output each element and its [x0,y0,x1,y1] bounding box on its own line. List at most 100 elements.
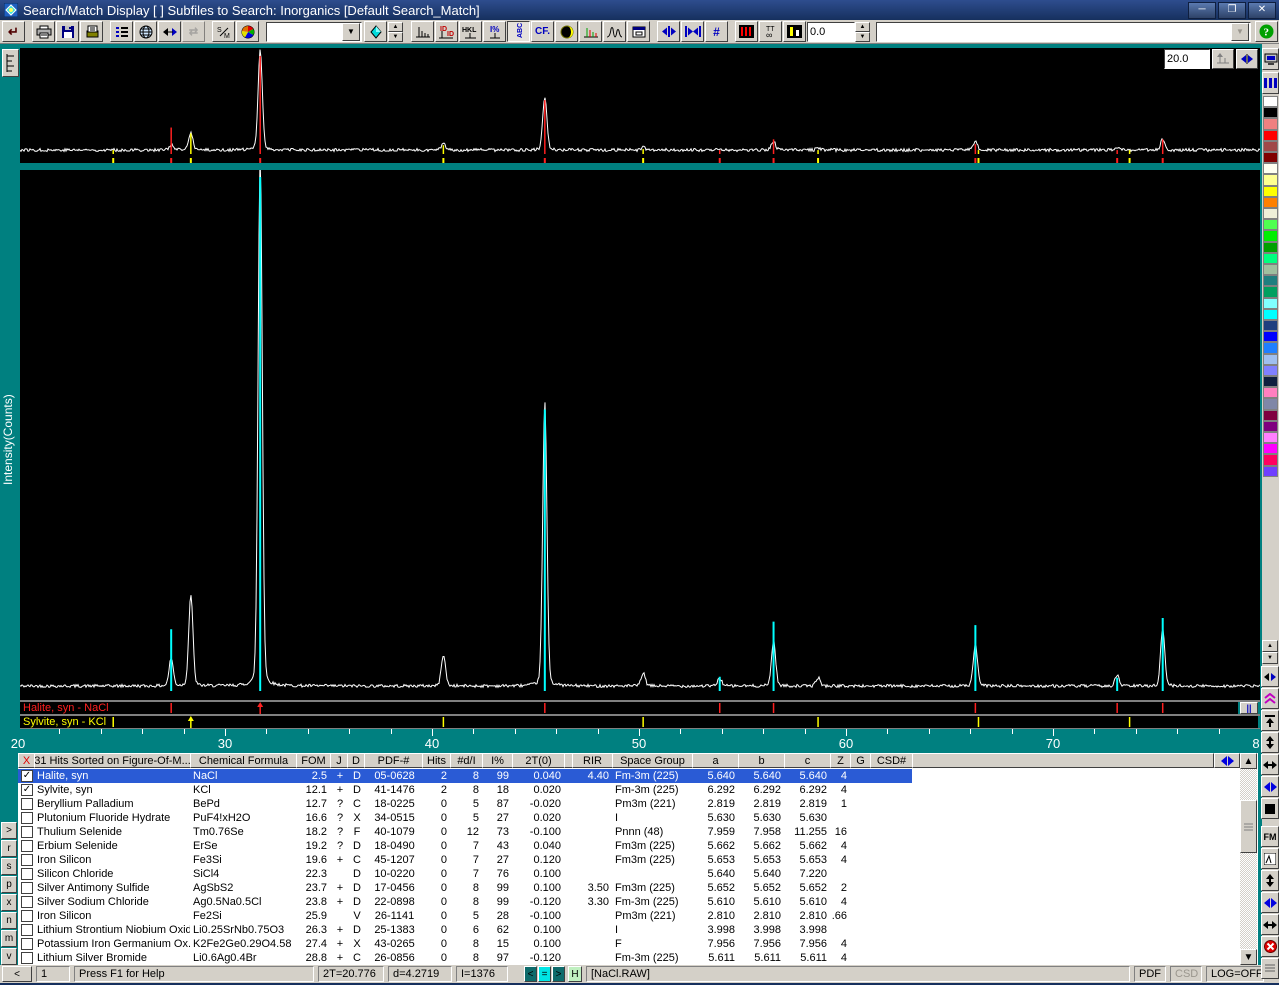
scroll-top-button[interactable] [1261,710,1279,731]
table-row[interactable]: Silver Antimony SulfideAgSbS223.7+D17-04… [18,881,1258,895]
palette-swatch[interactable] [1263,376,1278,387]
hotkey-button-p[interactable]: p [1,876,17,893]
overview-range-input[interactable] [1164,49,1210,69]
palette-swatch[interactable] [1263,186,1278,197]
phase-checkbox[interactable] [21,868,33,880]
offset-spinner-down[interactable]: ▼ [855,32,870,42]
help-button[interactable]: ? [1255,21,1278,42]
table-scroll-left-button[interactable]: < [2,966,32,982]
hotkey-button-x[interactable]: x [1,894,17,911]
palette-swatch[interactable] [1263,141,1278,152]
phase-bar-sylvite[interactable]: Sylvite, syn - KCl [20,716,1258,728]
mini-spinner[interactable]: ▲▼ [388,22,403,42]
palette-swatch[interactable] [1263,454,1278,465]
peak-height-button[interactable] [1212,49,1234,69]
id-peaks-button[interactable]: IDID [435,21,458,42]
table-row[interactable]: Silver Sodium ChlorideAg0.5Na0.5Cl23.8+D… [18,895,1258,909]
phase-checkbox[interactable] [21,798,33,810]
report-button[interactable] [110,21,133,42]
fit-width-button[interactable] [657,21,680,42]
hotkey-button-m[interactable]: m [1,930,17,947]
column-header-sg[interactable]: Space Group [612,753,693,768]
zoom-previous-button[interactable] [1261,688,1279,709]
phase-bar-halite[interactable]: Halite, syn - NaCl [20,702,1238,714]
pattern-peaks-button[interactable] [411,21,434,42]
list-button[interactable] [1261,958,1279,979]
phase-checkbox[interactable] [21,952,33,964]
palette-swatch[interactable] [1263,320,1278,331]
column-header-ipct[interactable]: I% [482,753,513,768]
table-row[interactable]: Plutonium Fluoride HydratePuF4!xH2O16.6?… [18,811,1258,825]
table-row[interactable]: Potassium Iron Germanium Ox...K2Fe2Ge0.2… [18,937,1258,951]
save-button[interactable] [56,21,79,42]
table-scroll-up-button[interactable]: ▲ [1240,753,1257,769]
overview-chart[interactable] [20,48,1260,163]
phase-checkbox[interactable]: ✓ [21,784,33,796]
label-combo[interactable]: ▼ [876,22,1251,42]
table-row[interactable]: Iron SiliconFe3Si19.6+C45-120707270.120F… [18,853,1258,867]
pan-horizontal-button[interactable] [1261,666,1279,687]
pdf-toggle[interactable]: PDF [1134,966,1166,982]
scroll-horizontal-2-button[interactable] [1261,892,1279,913]
column-header-pdf[interactable]: PDF-# [364,753,423,768]
column-header-formula[interactable]: Chemical Formula [190,753,297,768]
subfile-wheel-button[interactable] [236,21,259,42]
phase-checkbox[interactable] [21,910,33,922]
palette-swatch[interactable] [1263,96,1278,107]
palette-swatch[interactable] [1263,354,1278,365]
table-row[interactable]: Silicon ChlorideSiCl422.3D10-022007760.1… [18,867,1258,881]
column-header-dl[interactable]: #d/I [450,753,483,768]
column-header-c[interactable]: c [784,753,831,768]
stop-button[interactable] [1261,798,1279,819]
table-row[interactable]: ✓Sylvite, synKCl12.1+D41-147628180.020Fm… [18,783,1258,797]
background-button[interactable] [555,21,578,42]
palette-swatch[interactable] [1263,163,1278,174]
mini-spinner-down[interactable]: ▼ [388,32,403,42]
palette-swatch[interactable] [1263,242,1278,253]
refresh-button[interactable]: ⇄ [182,21,205,42]
column-header-name[interactable]: 31 Hits Sorted on Figure-Of-M... [34,753,191,768]
phase-checkbox[interactable] [21,812,33,824]
hotkey-button-v[interactable]: v [1,948,17,965]
table-scrollbar-track[interactable] [1240,769,1257,949]
palette-swatch[interactable] [1263,365,1278,376]
phase-checkbox[interactable] [21,924,33,936]
table-row[interactable]: Lithium Strontium Niobium OxideLi0.25SrN… [18,923,1258,937]
full-range-button[interactable] [1236,49,1258,69]
palette-swatch[interactable] [1263,298,1278,309]
nav-next-button[interactable]: > [552,966,565,982]
expand-vertical-2-button[interactable] [1261,870,1279,891]
palette-swatch[interactable] [1263,275,1278,286]
column-header-csd[interactable]: CSD# [870,753,913,768]
minimize-button[interactable]: ─ [1188,2,1216,19]
column-header-b[interactable]: b [738,753,785,768]
cf-button[interactable]: CF. [531,21,554,42]
phase-checkbox[interactable] [21,882,33,894]
side-spinner-down[interactable]: ▼ [1262,652,1278,664]
hotkey-button-s[interactable]: s [1,858,17,875]
phase-checkbox[interactable] [21,938,33,950]
phase-bar-pause-button[interactable]: || [1240,702,1258,714]
pan-horizontal-2-button[interactable] [1261,914,1279,935]
palette-swatch[interactable] [1263,466,1278,477]
nav-prev-button[interactable]: < [524,966,537,982]
column-header-fom[interactable]: FOM [296,753,331,768]
fit-screen-button[interactable] [681,21,704,42]
phase-combo[interactable]: ▼ [266,22,362,42]
palette-swatch[interactable] [1263,398,1278,409]
table-row[interactable]: Beryllium PalladiumBePd12.7?C18-02250587… [18,797,1258,811]
log-toggle[interactable]: LOG=OFF [1206,966,1264,982]
pdf-database-button[interactable] [134,21,157,42]
table-row[interactable]: Thulium SelenideTm0.76Se18.2?F40-1079012… [18,825,1258,839]
swap-view-button[interactable] [158,21,181,42]
intensity-bar-button[interactable] [783,21,806,42]
h-toggle-button[interactable]: H [568,966,582,982]
grid-button[interactable]: # [705,21,728,42]
fm-button[interactable]: FM [1261,826,1279,847]
preferences-button[interactable] [627,21,650,42]
offset-spinner-up[interactable]: ▲ [855,22,870,32]
palette-swatch[interactable] [1263,118,1278,129]
print-button[interactable] [32,21,55,42]
table-row[interactable]: Lithium Silver BromideLi0.6Ag0.4Br28.8+C… [18,951,1258,965]
column-header-rir[interactable]: RIR [572,753,613,768]
